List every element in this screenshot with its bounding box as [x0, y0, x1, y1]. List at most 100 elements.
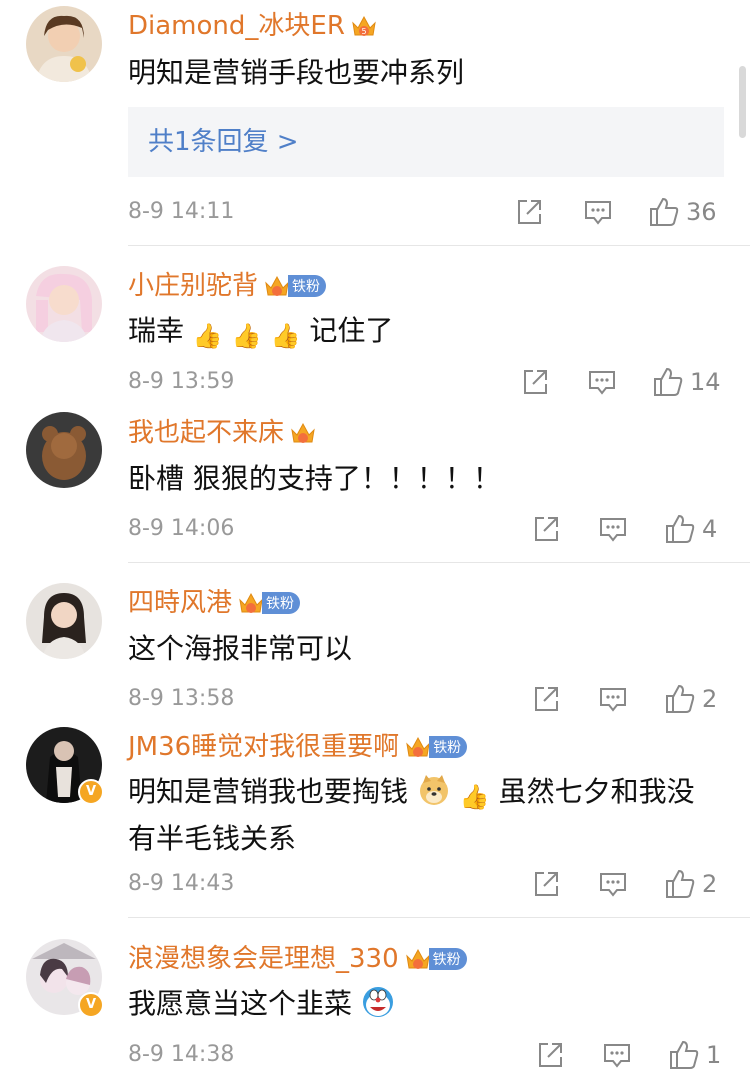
verified-badge-icon: V [78, 992, 104, 1018]
like-button[interactable]: 36 [648, 196, 717, 228]
thumbs-up-icon [654, 367, 683, 396]
share-button[interactable] [535, 1039, 565, 1071]
comment-text: 卧槽 狠狠的支持了！！！！！ [128, 462, 501, 495]
share-button[interactable] [531, 683, 561, 715]
crown-badge-icon: 5 [352, 15, 376, 36]
thumbs-up-icon [666, 869, 695, 898]
share-icon [518, 200, 541, 224]
scrollbar[interactable] [739, 66, 746, 138]
comment-time: 8-9 14:11 [128, 199, 235, 224]
like-button[interactable]: 2 [664, 683, 717, 715]
avatar[interactable] [26, 583, 102, 659]
comment-icon [600, 873, 626, 897]
thumbs-up-icon [666, 514, 695, 543]
share-icon [524, 370, 547, 394]
crown-badge-icon [291, 422, 315, 443]
share-icon [535, 517, 558, 541]
username[interactable]: JM36睡觉对我很重要啊 [128, 729, 399, 765]
comment-text-part: 明知是营销我也要掏钱 [128, 775, 409, 808]
username[interactable]: 四時风港 [128, 585, 232, 621]
thumbs-up-emoji-icon: 👍 [270, 322, 301, 350]
username[interactable]: 我也起不来床 [128, 415, 284, 451]
view-replies-link[interactable]: 共1条回复 > [148, 107, 299, 177]
comment-meta: 8-9 14:06 4 [128, 513, 728, 545]
comment-icon [600, 518, 626, 542]
comment-text: 明知是营销手段也要冲系列 [128, 56, 465, 89]
like-count: 14 [690, 368, 721, 396]
share-icon [535, 687, 558, 711]
like-count: 4 [702, 515, 718, 543]
like-count: 1 [706, 1041, 722, 1069]
avatar[interactable] [26, 266, 102, 342]
username-row: 浪漫想象会是理想_330 铁粉 [128, 941, 467, 977]
like-count: 36 [686, 198, 717, 226]
share-button[interactable] [520, 366, 550, 398]
username[interactable]: Diamond_冰块ER [128, 8, 345, 44]
share-button[interactable] [514, 196, 544, 228]
comment-text: 瑞幸 👍 👍 👍 记住了 [128, 310, 728, 357]
reply-button[interactable] [598, 868, 628, 900]
thumbs-up-emoji-icon: 👍 [231, 322, 262, 350]
fan-badge: 铁粉 [429, 736, 468, 758]
comment-time: 8-9 14:06 [128, 516, 235, 541]
reply-button[interactable] [602, 1039, 632, 1071]
fan-badge: 铁粉 [262, 592, 301, 614]
comment-text: 这个海报非常可以 [128, 632, 353, 665]
avatar[interactable] [26, 6, 102, 82]
share-icon [539, 1043, 562, 1067]
reply-button[interactable] [598, 513, 628, 545]
verified-badge-icon: V [78, 779, 104, 805]
like-button[interactable]: 4 [664, 513, 717, 545]
reply-button[interactable] [587, 366, 617, 398]
comment-meta: 8-9 14:38 1 [128, 1039, 728, 1071]
username-row: 小庄别驼背 铁粉 [128, 268, 327, 304]
comment-text-part: 我愿意当这个韭菜 [128, 987, 353, 1020]
username[interactable]: 浪漫想象会是理想_330 [128, 941, 399, 977]
comment-meta: 8-9 13:58 2 [128, 683, 728, 715]
comment-text-part: 记住了 [309, 314, 394, 347]
comment-text: 我愿意当这个韭菜 [128, 983, 728, 1025]
doge-emoji-icon [419, 775, 448, 805]
comment-icon [585, 201, 611, 225]
username-row: 四時风港 铁粉 [128, 585, 301, 621]
like-button[interactable]: 14 [652, 366, 721, 398]
like-button[interactable]: 1 [668, 1039, 721, 1071]
fan-badge: 铁粉 [428, 948, 467, 970]
replies-box[interactable]: 共1条回复 > [128, 107, 724, 177]
username-row: 我也起不来床 [128, 415, 318, 451]
share-button[interactable] [531, 868, 561, 900]
thumbs-up-icon [666, 684, 695, 713]
divider [128, 245, 750, 246]
comment-text-part: 瑞幸 [128, 314, 185, 347]
comment-meta: 8-9 14:43 2 [128, 868, 728, 900]
divider [128, 562, 750, 563]
thumbs-up-emoji-icon: 👍 [192, 322, 223, 350]
reply-button[interactable] [583, 196, 613, 228]
comment-icon [600, 688, 626, 712]
share-icon [535, 872, 558, 896]
like-count: 2 [702, 870, 718, 898]
username-row: JM36睡觉对我很重要啊 铁粉 [128, 729, 468, 765]
svg-text:5: 5 [361, 27, 366, 36]
username-row: Diamond_冰块ER 5 [128, 8, 379, 44]
like-button[interactable]: 2 [664, 868, 717, 900]
comment-time: 8-9 14:43 [128, 871, 235, 896]
thumbs-up-emoji-icon: 👍 [459, 783, 490, 811]
comment-icon [604, 1044, 630, 1068]
doraemon-emoji-icon [362, 987, 393, 1017]
comment-time: 8-9 14:38 [128, 1042, 235, 1067]
avatar[interactable] [26, 412, 102, 488]
comment-meta: 8-9 14:11 36 [128, 196, 728, 228]
divider [128, 917, 750, 918]
comment-time: 8-9 13:59 [128, 369, 235, 394]
comment-text: 明知是营销我也要掏钱 👍 虽然七夕和我没有半毛钱关系 [128, 771, 718, 860]
comment-icon [589, 371, 615, 395]
reply-button[interactable] [598, 683, 628, 715]
fan-badge: 铁粉 [288, 275, 327, 297]
comment-time: 8-9 13:58 [128, 686, 235, 711]
share-button[interactable] [531, 513, 561, 545]
thumbs-up-icon [650, 197, 679, 226]
like-count: 2 [702, 685, 718, 713]
username[interactable]: 小庄别驼背 [128, 268, 258, 304]
comment-meta: 8-9 13:59 14 [128, 366, 728, 398]
